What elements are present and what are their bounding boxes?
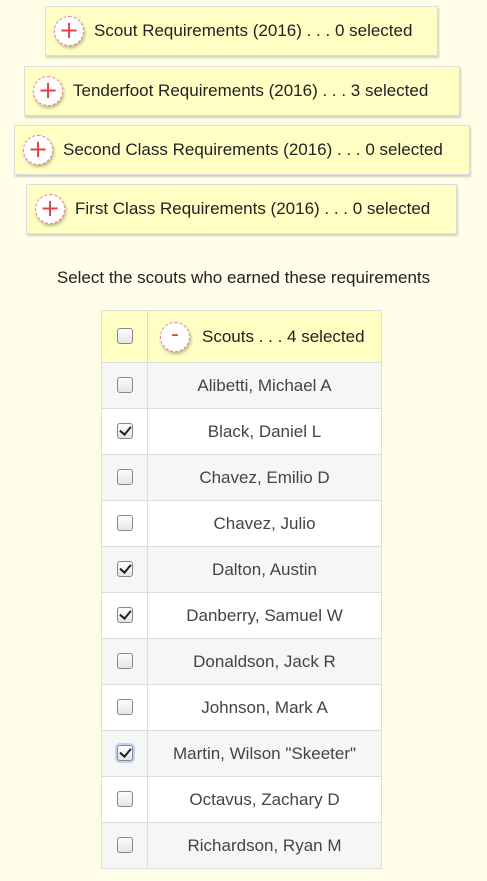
table-row[interactable]: Octavus, Zachary D xyxy=(101,776,382,823)
scout-checkbox[interactable] xyxy=(116,745,133,762)
expand-plus-icon[interactable]: + xyxy=(54,16,84,46)
scout-name: Black, Daniel L xyxy=(147,408,382,455)
first-class-requirements-label: First Class Requirements (2016) . . . 0 … xyxy=(75,199,431,218)
table-row[interactable]: Johnson, Mark A xyxy=(101,684,382,731)
scout-checkbox[interactable] xyxy=(116,653,133,670)
scout-name: Richardson, Ryan M xyxy=(147,822,382,869)
table-row[interactable]: Chavez, Julio xyxy=(101,500,382,547)
scout-checkbox[interactable] xyxy=(116,699,133,716)
scout-name: Alibetti, Michael A xyxy=(147,362,382,409)
scouts-header-label: Scouts . . . 4 selected xyxy=(202,326,365,346)
expand-plus-icon[interactable]: + xyxy=(33,76,63,106)
scout-requirements-label: Scout Requirements (2016) . . . 0 select… xyxy=(94,21,413,40)
table-row[interactable]: Chavez, Emilio D xyxy=(101,454,382,501)
select-scouts-prompt: Select the scouts who earned these requi… xyxy=(56,268,431,287)
table-row[interactable]: Richardson, Ryan M xyxy=(101,822,382,869)
scout-checkbox[interactable] xyxy=(116,377,133,394)
expand-plus-icon[interactable]: + xyxy=(23,135,53,165)
scout-checkbox[interactable] xyxy=(116,469,133,486)
scout-checkbox[interactable] xyxy=(116,515,133,532)
scout-name: Johnson, Mark A xyxy=(147,684,382,731)
scout-requirements-group[interactable]: + Scout Requirements (2016) . . . 0 sele… xyxy=(45,6,438,56)
table-row[interactable]: Black, Daniel L xyxy=(101,408,382,455)
select-all-checkbox[interactable] xyxy=(116,328,133,345)
scout-name: Chavez, Julio xyxy=(147,500,382,547)
expand-plus-icon[interactable]: + xyxy=(35,194,65,224)
scouts-header-cell[interactable]: - Scouts . . . 4 selected xyxy=(147,310,382,363)
select-all-cell[interactable] xyxy=(101,310,148,363)
scouts-table: - Scouts . . . 4 selected Alibetti, Mich… xyxy=(101,310,382,869)
table-row[interactable]: Alibetti, Michael A xyxy=(101,362,382,409)
second-class-requirements-label: Second Class Requirements (2016) . . . 0… xyxy=(63,140,443,159)
table-row[interactable]: Dalton, Austin xyxy=(101,546,382,593)
scout-checkbox[interactable] xyxy=(116,423,133,440)
scout-checkbox[interactable] xyxy=(116,791,133,808)
scout-name: Danberry, Samuel W xyxy=(147,592,382,639)
scout-name: Chavez, Emilio D xyxy=(147,454,382,501)
scout-name: Octavus, Zachary D xyxy=(147,776,382,823)
table-row[interactable]: Martin, Wilson "Skeeter" xyxy=(101,730,382,777)
collapse-minus-icon[interactable]: - xyxy=(160,321,190,352)
scout-name: Martin, Wilson "Skeeter" xyxy=(147,730,382,777)
table-row[interactable]: Danberry, Samuel W xyxy=(101,592,382,639)
tenderfoot-requirements-group[interactable]: + Tenderfoot Requirements (2016) . . . 3… xyxy=(24,66,460,116)
scout-name: Dalton, Austin xyxy=(147,546,382,593)
table-row[interactable]: Donaldson, Jack R xyxy=(101,638,382,685)
scout-checkbox[interactable] xyxy=(116,837,133,854)
first-class-requirements-group[interactable]: + First Class Requirements (2016) . . . … xyxy=(26,184,457,234)
second-class-requirements-group[interactable]: + Second Class Requirements (2016) . . .… xyxy=(14,125,470,175)
tenderfoot-requirements-label: Tenderfoot Requirements (2016) . . . 3 s… xyxy=(73,81,429,100)
scout-checkbox[interactable] xyxy=(116,607,133,624)
scout-checkbox[interactable] xyxy=(116,561,133,578)
scout-name: Donaldson, Jack R xyxy=(147,638,382,685)
scouts-header-row: - Scouts . . . 4 selected xyxy=(101,310,382,363)
